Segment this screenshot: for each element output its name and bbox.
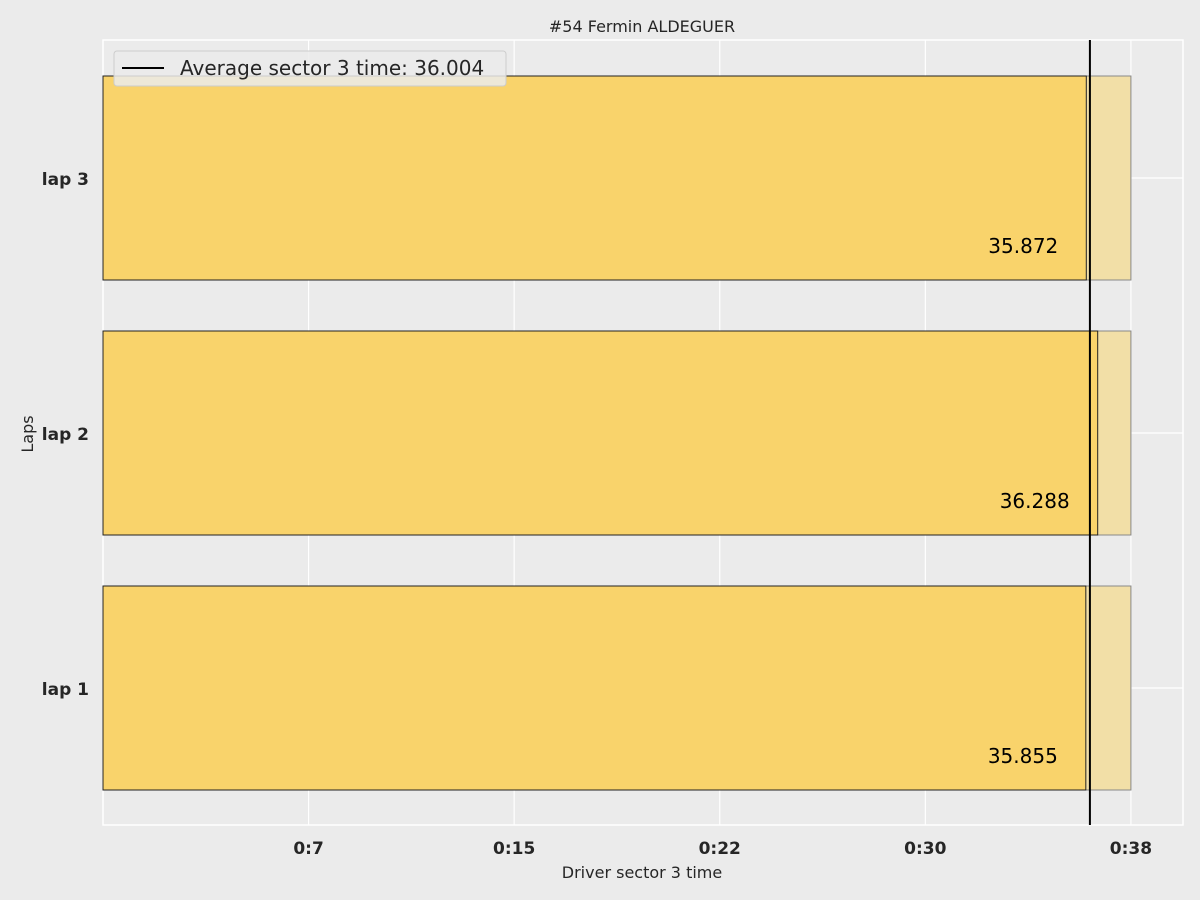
x-tick-label-2: 0:22	[699, 839, 741, 859]
bar-1	[102, 585, 1087, 791]
chart-root: 35.855 36.288 35.872 0:7 0:15 0:22 0:30 0:38 la…	[0, 0, 1200, 900]
y-tick-label-3: lap 3	[42, 170, 89, 190]
x-axis-label: Driver sector 3 time	[562, 863, 722, 882]
bar-layer	[102, 75, 1099, 791]
y-tick-label-2: lap 2	[42, 425, 89, 445]
bar-2	[102, 330, 1099, 536]
value-label-3: 35.872	[988, 234, 1058, 258]
chart-title: #54 Fermin ALDEGUER	[549, 17, 735, 36]
bar-3	[102, 75, 1087, 281]
legend-label: Average sector 3 time: 36.004	[180, 56, 484, 80]
y-tick-label-1: lap 1	[42, 680, 89, 700]
x-tick-label-4: 0:38	[1110, 839, 1152, 859]
x-tick-label-0: 0:7	[293, 839, 323, 859]
value-label-1: 35.855	[988, 744, 1058, 768]
x-tick-label-1: 0:15	[493, 839, 535, 859]
bar-chart: 35.855 36.288 35.872 0:7 0:15 0:22 0:30 0:38 la…	[18, 17, 1184, 882]
legend: Average sector 3 time: 36.004	[113, 50, 507, 87]
value-label-2: 36.288	[1000, 489, 1070, 513]
y-axis-label: Laps	[18, 415, 37, 452]
x-tick-label-3: 0:30	[904, 839, 946, 859]
